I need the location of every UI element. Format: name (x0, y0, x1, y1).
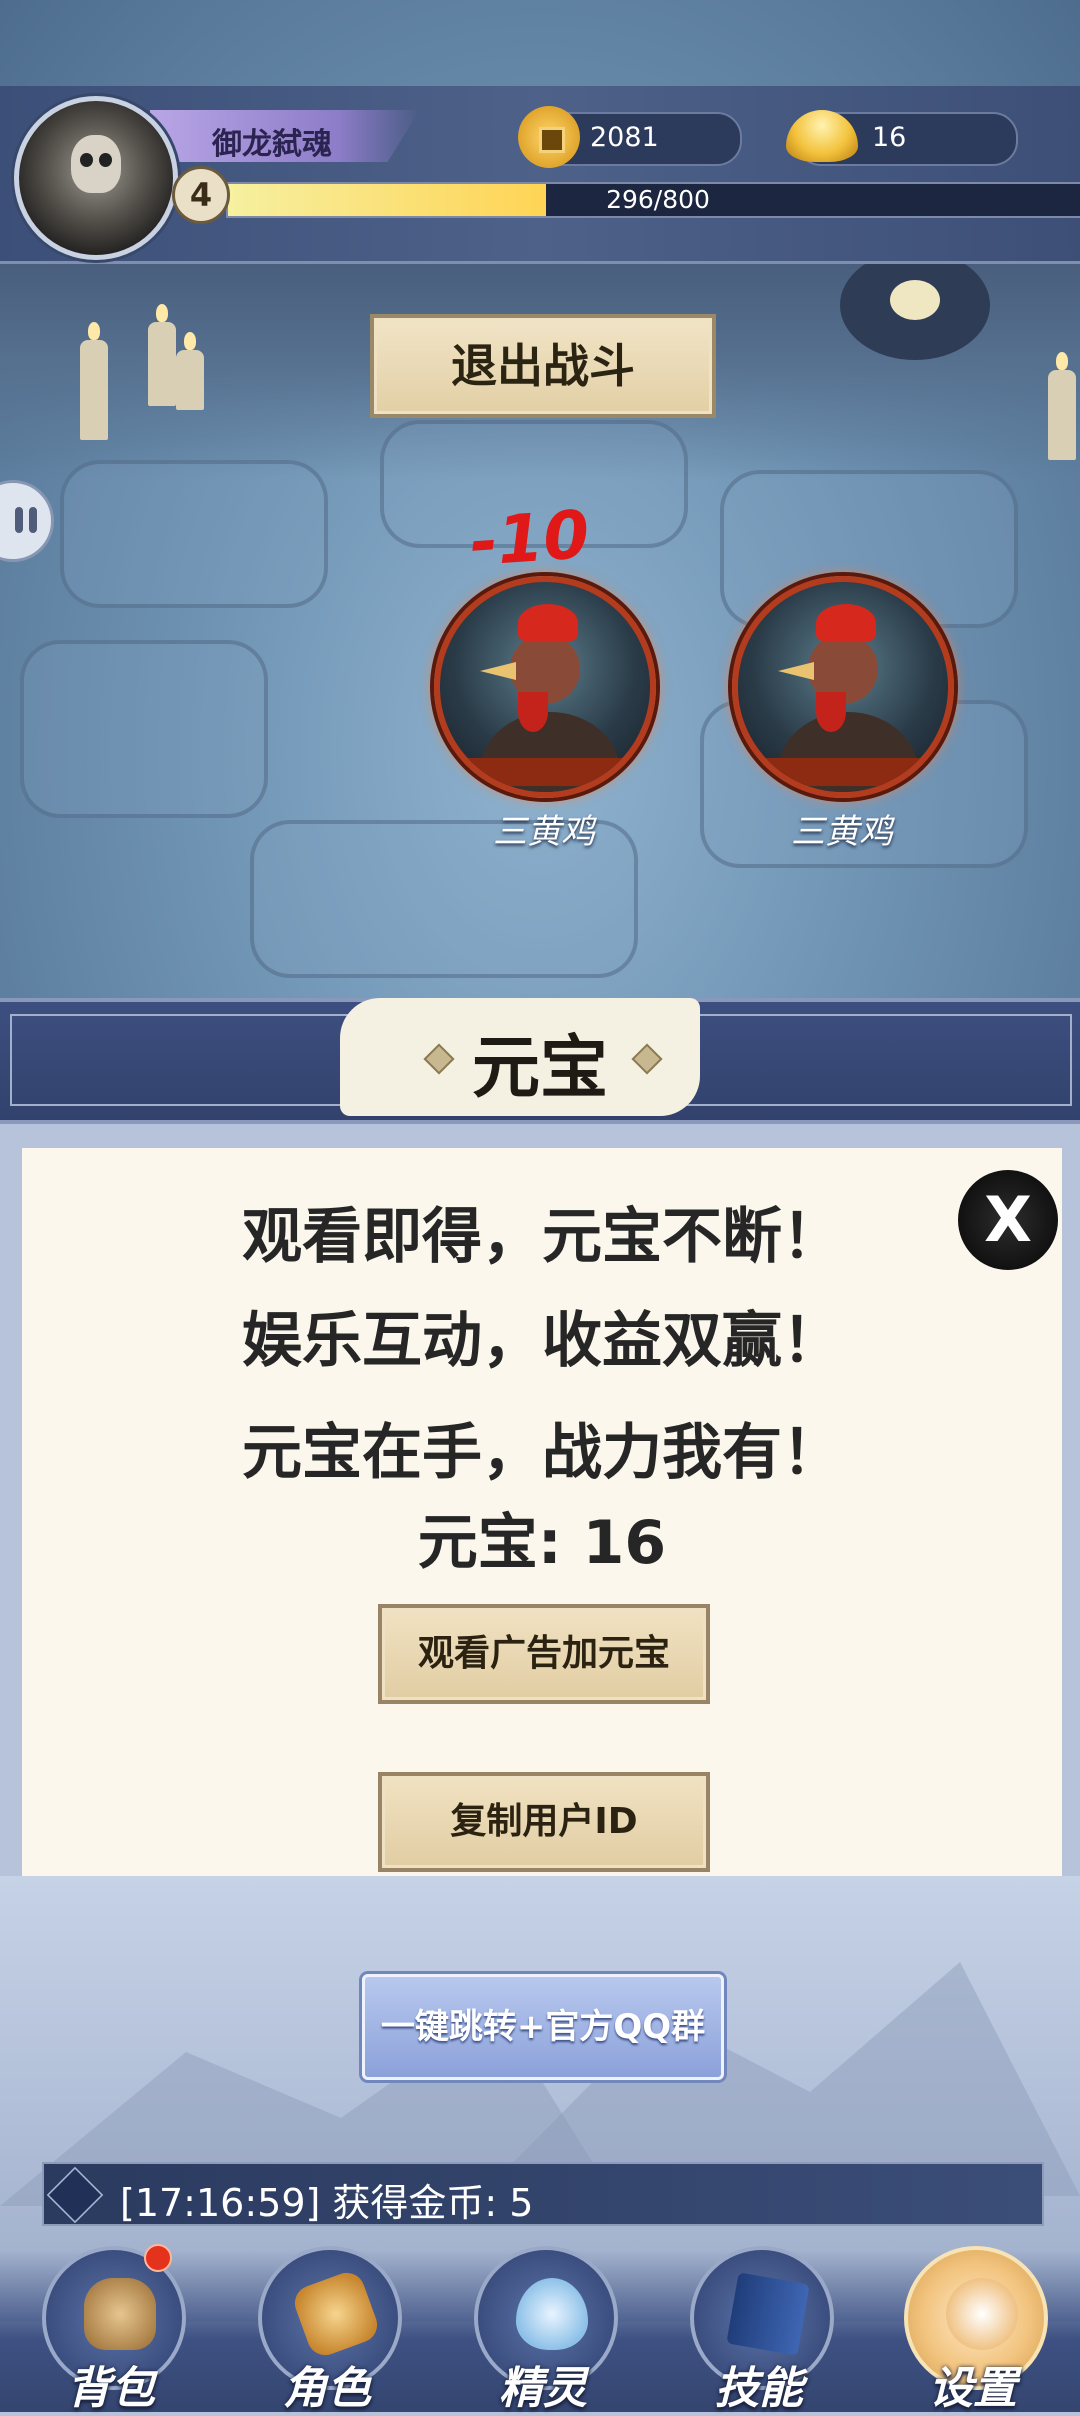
coin-icon (518, 106, 580, 168)
enemy-hp-arc (450, 758, 640, 786)
stone-lantern (840, 250, 990, 360)
join-qq-group-button[interactable]: 一键跳转+官方QQ群 (362, 1974, 724, 2080)
promo-line: 元宝在手，战力我有！ (242, 1418, 842, 1488)
player-name: 御龙弑魂 (212, 127, 332, 162)
enemy-name: 三黄鸡 (493, 812, 595, 852)
coin-counter: 2081 (518, 106, 742, 168)
role-scroll-icon (289, 2267, 383, 2361)
enemy-portrait (434, 576, 656, 798)
nav-skill[interactable]: 技能 (684, 2246, 834, 2414)
rooster-comb (816, 604, 876, 642)
close-panel-button[interactable]: X (958, 1170, 1058, 1270)
enemy-card[interactable]: 三黄鸡 (434, 576, 656, 853)
battle-log[interactable]: [17:16:59] 获得金币: 5 (42, 2162, 1044, 2226)
watch-ad-button[interactable]: 观看广告加元宝 (378, 1604, 710, 1704)
yuanbao-panel: 观看即得，元宝不断！ 娱乐互动，收益双赢！ 元宝在手，战力我有！ 元宝: 16 (22, 1148, 1062, 1876)
rooster-beak (778, 662, 814, 680)
log-toggle-icon[interactable] (46, 2166, 104, 2224)
floor-tile (60, 460, 328, 608)
candle (148, 304, 176, 406)
exit-battle-button[interactable]: 退出战斗 (370, 314, 716, 418)
spirit-egg-icon (516, 2278, 588, 2350)
enemy-card[interactable]: 三黄鸡 (732, 576, 954, 853)
settings-icon (946, 2278, 1018, 2350)
rooster-wattle (816, 692, 846, 732)
exp-text: 296/800 (606, 185, 710, 214)
bag-icon (84, 2278, 156, 2350)
promo-line: 娱乐互动，收益双赢！ (242, 1306, 842, 1376)
skill-book-icon (726, 2272, 810, 2356)
ingot-counter: 16 (786, 110, 1018, 166)
notification-dot (144, 2244, 172, 2272)
exp-bar: 296/800 (226, 182, 1080, 218)
nav-label: 精灵 (499, 2363, 587, 2414)
coin-value: 2081 (590, 122, 659, 153)
enemy-name: 三黄鸡 (791, 812, 893, 852)
yuanbao-balance: 元宝: 16 (417, 1508, 667, 1578)
nav-label: 设置 (929, 2363, 1017, 2414)
damage-number: -10 (467, 495, 592, 582)
candle (176, 332, 204, 410)
nav-spirit[interactable]: 精灵 (468, 2246, 618, 2414)
nav-label: 角色 (283, 2363, 371, 2414)
nav-label: 背包 (67, 2363, 155, 2414)
rooster-wattle (518, 692, 548, 732)
player-avatar[interactable] (14, 96, 178, 260)
candle (1048, 352, 1076, 460)
nav-label: 技能 (715, 2363, 803, 2414)
nav-settings[interactable]: 设置 (898, 2246, 1048, 2414)
nav-role[interactable]: 角色 (252, 2246, 402, 2414)
floor-tile (20, 640, 268, 818)
candle (80, 322, 108, 440)
rooster-comb (518, 604, 578, 642)
log-text: [17:16:59] 获得金币: 5 (120, 2181, 534, 2225)
nav-bag[interactable]: 背包 (36, 2246, 186, 2414)
skull-icon (71, 135, 121, 193)
enemy-hp-arc (748, 758, 938, 786)
level-badge: 4 (172, 166, 230, 224)
panel-title: 元宝 (471, 1029, 608, 1108)
copy-user-id-button[interactable]: 复制用户ID (378, 1772, 710, 1872)
enemy-portrait (732, 576, 954, 798)
ingot-value: 16 (872, 122, 907, 153)
promo-line: 观看即得，元宝不断！ (242, 1202, 842, 1272)
player-name-plate: 御龙弑魂 (150, 110, 420, 162)
rooster-beak (480, 662, 516, 680)
